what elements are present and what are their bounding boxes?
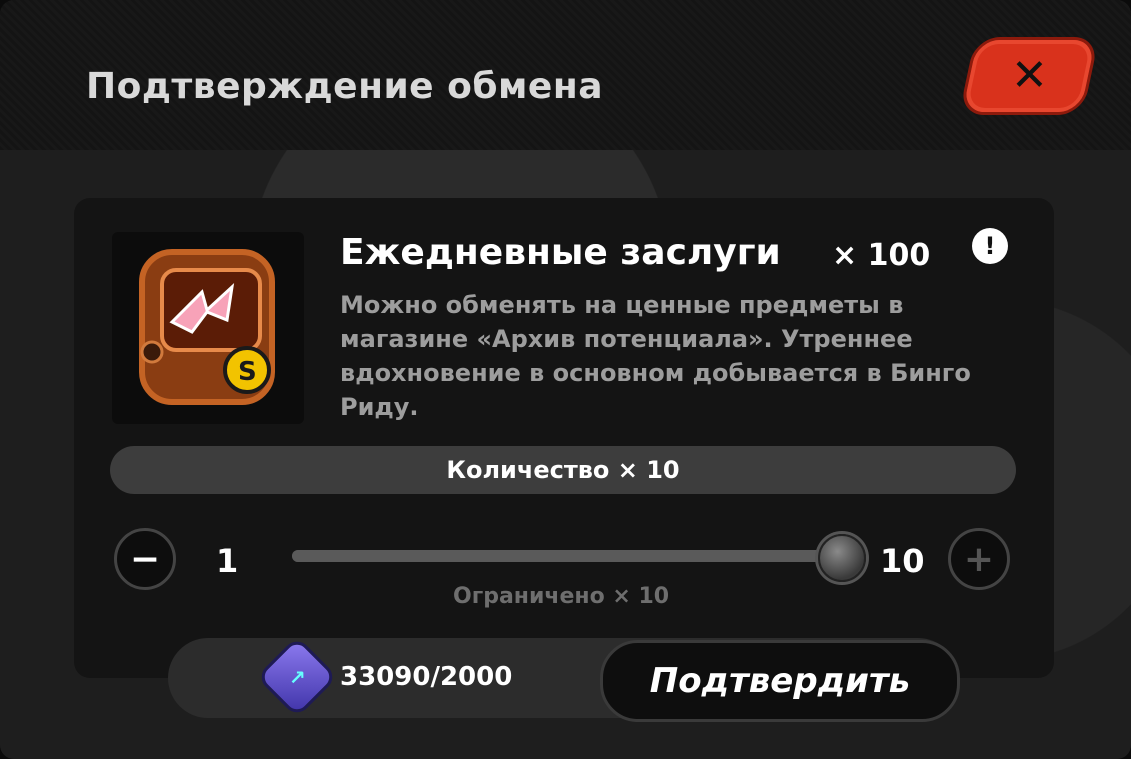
- dialog-header: Подтверждение обмена: [0, 0, 1131, 150]
- decrease-button[interactable]: −: [114, 528, 176, 590]
- dialog-title: Подтверждение обмена: [86, 66, 604, 107]
- minus-icon: −: [129, 538, 161, 580]
- item-name: Ежедневные заслуги: [340, 232, 781, 273]
- info-icon[interactable]: !: [972, 228, 1008, 264]
- quantity-slider[interactable]: [292, 534, 866, 582]
- quantity-label-bar: Количество × 10: [110, 446, 1016, 494]
- daily-merit-device-icon: S: [139, 249, 275, 405]
- item-badge-letter: S: [238, 357, 257, 387]
- quantity-max-value: 10: [880, 542, 925, 580]
- plus-icon: +: [963, 538, 995, 580]
- slider-fill: [292, 550, 840, 562]
- exchange-confirm-dialog: Подтверждение обмена ✕ S Ежедневные засл…: [0, 0, 1131, 759]
- item-icon: S: [112, 232, 304, 424]
- cost-display: ↗ 33090/2000: [255, 635, 513, 719]
- confirm-button[interactable]: Подтвердить: [600, 640, 960, 722]
- cost-value: 33090/2000: [340, 662, 513, 692]
- quantity-min-value: 1: [216, 542, 239, 580]
- close-icon: ✕: [1010, 50, 1048, 101]
- increase-button[interactable]: +: [948, 528, 1010, 590]
- limit-text: Ограничено × 10: [453, 584, 670, 609]
- slider-thumb[interactable]: [818, 534, 866, 582]
- close-button[interactable]: ✕: [962, 40, 1096, 112]
- item-count: × 100: [832, 238, 931, 273]
- currency-icon: ↗: [255, 635, 339, 719]
- item-description: Можно обменять на ценные предметы в мага…: [340, 291, 971, 421]
